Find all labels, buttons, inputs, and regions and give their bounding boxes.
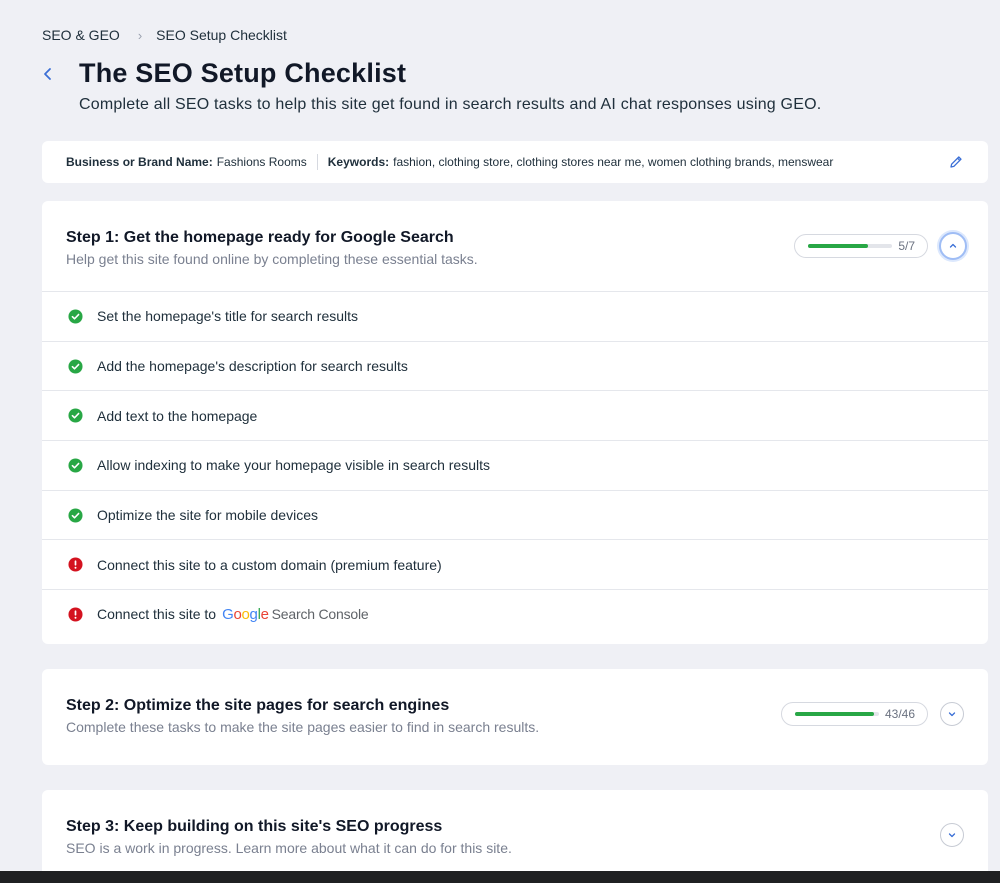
task-label: Allow indexing to make your homepage vis… bbox=[97, 457, 490, 474]
search-console-text: Search Console bbox=[271, 606, 369, 623]
breadcrumb-parent-link[interactable]: SEO & GEO bbox=[42, 27, 120, 43]
task-row[interactable]: Connect this site to a custom domain (pr… bbox=[42, 539, 988, 589]
step-2-progress-fill bbox=[794, 712, 874, 716]
chevron-left-icon bbox=[44, 68, 51, 80]
step-2-progress: 43/46 bbox=[780, 702, 928, 726]
breadcrumb-current: SEO Setup Checklist bbox=[156, 27, 287, 43]
step-3-expand-button[interactable] bbox=[940, 823, 964, 847]
task-label: Add text to the homepage bbox=[97, 407, 258, 424]
check-circle-icon bbox=[68, 359, 83, 374]
step-3-card: Step 3: Keep building on this site's SEO… bbox=[42, 790, 988, 883]
check-circle-icon bbox=[68, 458, 83, 473]
brand-name-value: Fashions Rooms bbox=[216, 155, 307, 169]
google-wordmark: Google bbox=[222, 605, 269, 623]
step-1-progress-text: 5/7 bbox=[898, 239, 915, 253]
step-2-progress-track bbox=[794, 712, 879, 716]
check-circle-icon bbox=[68, 408, 83, 423]
keywords-label: Keywords: bbox=[327, 155, 390, 169]
step-3-title: Step 3: Keep building on this site's SEO… bbox=[66, 818, 443, 835]
step-1-header[interactable]: Step 1: Get the homepage ready for Googl… bbox=[42, 201, 988, 291]
step-2-header[interactable]: Step 2: Optimize the site pages for sear… bbox=[42, 669, 988, 759]
step-3-description: SEO is a work in progress. Learn more ab… bbox=[66, 840, 512, 856]
page-subtitle: Complete all SEO tasks to help this site… bbox=[79, 96, 822, 113]
task-row[interactable]: Add text to the homepage bbox=[42, 390, 988, 440]
step-1-task-list: Set the homepage's title for search resu… bbox=[42, 291, 988, 639]
back-button[interactable] bbox=[36, 62, 60, 86]
alert-circle-icon bbox=[68, 557, 83, 572]
info-divider bbox=[316, 154, 318, 170]
task-label: Connect this site to bbox=[97, 606, 217, 623]
breadcrumb: SEO & GEO › SEO Setup Checklist bbox=[42, 27, 287, 43]
check-circle-icon bbox=[68, 309, 83, 324]
step-1-progress: 5/7 bbox=[794, 234, 928, 258]
edit-info-button[interactable] bbox=[948, 154, 964, 170]
google-search-console-logo: Google Search Console bbox=[222, 605, 369, 623]
task-row[interactable]: Add the homepage's description for searc… bbox=[42, 340, 988, 391]
task-row[interactable]: Optimize the site for mobile devices bbox=[42, 489, 988, 540]
site-info-card: Business or Brand Name: Fashions Rooms K… bbox=[42, 141, 988, 183]
step-1-progress-track bbox=[808, 244, 893, 248]
alert-circle-icon bbox=[68, 607, 83, 622]
step-1-progress-fill bbox=[808, 244, 869, 248]
os-taskbar bbox=[0, 871, 1000, 883]
brand-name-label: Business or Brand Name: bbox=[66, 155, 213, 169]
check-circle-icon bbox=[68, 508, 83, 523]
step-2-card: Step 2: Optimize the site pages for sear… bbox=[42, 669, 988, 765]
step-2-expand-button[interactable] bbox=[940, 702, 964, 726]
task-row[interactable]: Connect this site to Google Search Conso… bbox=[42, 589, 988, 639]
step-1-card: Step 1: Get the homepage ready for Googl… bbox=[42, 201, 988, 644]
breadcrumb-separator-icon: › bbox=[137, 27, 143, 43]
chevron-down-icon bbox=[948, 833, 956, 838]
task-label: Set the homepage's title for search resu… bbox=[97, 308, 359, 325]
task-row[interactable]: Set the homepage's title for search resu… bbox=[42, 291, 988, 341]
chevron-down-icon bbox=[948, 712, 956, 717]
task-label: Optimize the site for mobile devices bbox=[97, 507, 318, 524]
chevron-up-icon bbox=[949, 243, 957, 248]
keywords-value: fashion, clothing store, clothing stores… bbox=[393, 155, 834, 169]
step-1-collapse-button[interactable] bbox=[939, 232, 967, 260]
step-2-progress-text: 43/46 bbox=[884, 707, 915, 721]
task-label: Add the homepage's description for searc… bbox=[97, 358, 408, 375]
task-row[interactable]: Allow indexing to make your homepage vis… bbox=[42, 440, 988, 490]
page-title: The SEO Setup Checklist bbox=[79, 58, 407, 88]
pencil-icon bbox=[950, 156, 962, 168]
task-label: Connect this site to a custom domain (pr… bbox=[97, 556, 442, 573]
step-3-header[interactable]: Step 3: Keep building on this site's SEO… bbox=[42, 790, 988, 880]
